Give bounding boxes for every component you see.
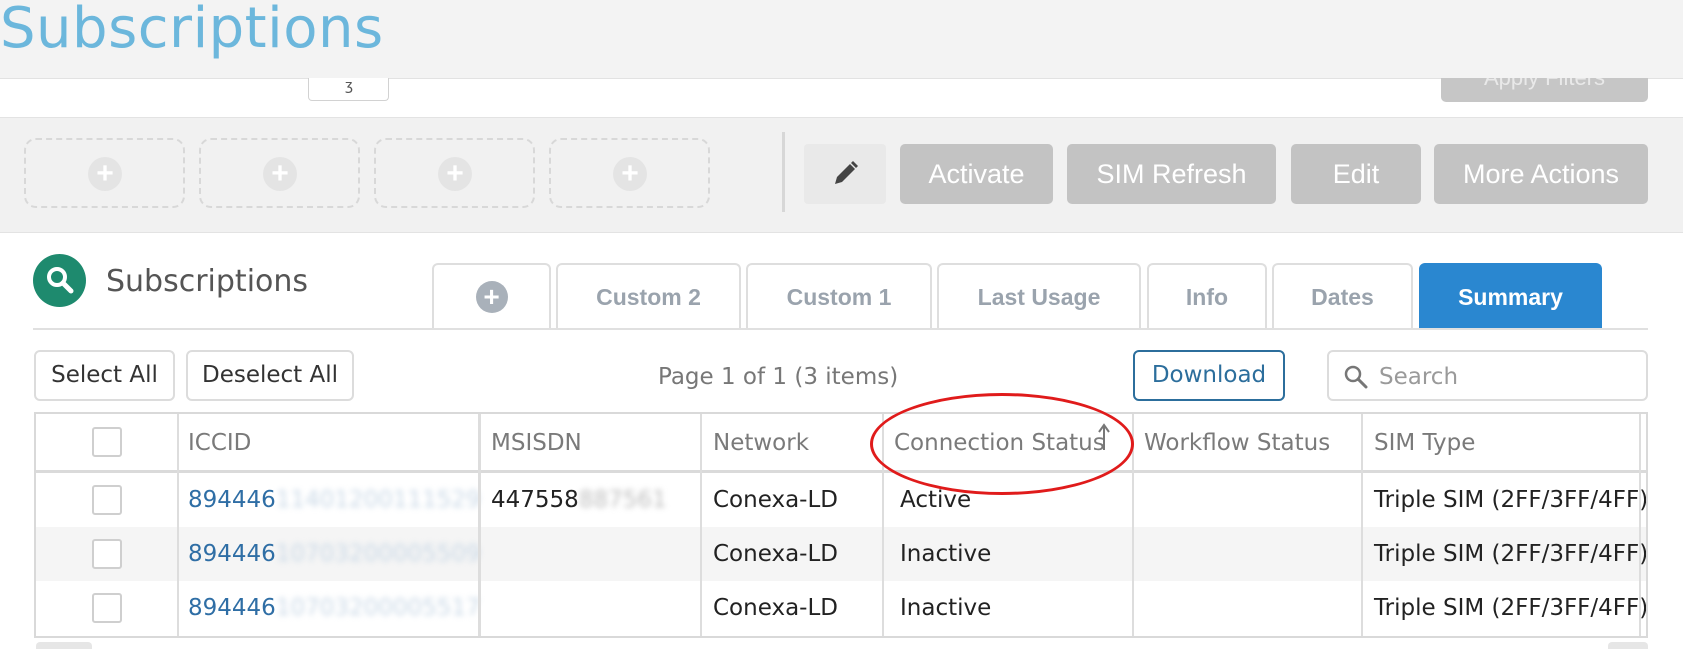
search-icon: [47, 267, 74, 294]
network-cell: Conexa-LD: [713, 487, 838, 513]
row-checkbox[interactable]: [92, 593, 122, 623]
search-input[interactable]: [1377, 360, 1641, 394]
shortcut-slot-3[interactable]: +: [374, 138, 535, 208]
page-title: Subscriptions: [0, 0, 384, 61]
sort-arrow-icon[interactable]: [1096, 422, 1112, 452]
column-divider: [1132, 414, 1134, 636]
edit-button[interactable]: Edit: [1291, 144, 1421, 204]
msisdn-prefix: 447558: [491, 487, 579, 513]
iccid-redacted: 11401200111529: [275, 487, 481, 513]
iccid-cell[interactable]: 89444610703200005517: [188, 594, 481, 622]
tab-add-view[interactable]: +: [432, 263, 551, 329]
scrollbar-left[interactable]: [36, 642, 92, 649]
network-cell: Conexa-LD: [713, 595, 838, 621]
table-row[interactable]: 89444611401200111529 447558887561 Conexa…: [36, 473, 1646, 527]
sim-type-cell: Triple SIM (2FF/3FF/4FF): [1374, 541, 1648, 567]
table-row[interactable]: 89444610703200005517 Conexa-LD Inactive …: [36, 581, 1646, 635]
sim-type-cell: Triple SIM (2FF/3FF/4FF): [1374, 487, 1648, 513]
column-divider: [1361, 414, 1363, 636]
deselect-all-button[interactable]: Deselect All: [186, 350, 354, 401]
apply-filters-label: Apply Filters: [1484, 78, 1605, 90]
scrollbar-right[interactable]: [1608, 642, 1648, 649]
column-header-network[interactable]: Network: [713, 429, 809, 457]
edit-shortcuts-button[interactable]: [804, 144, 886, 204]
iccid-prefix: 894446: [188, 541, 276, 567]
table-header: ICCID MSISDN Network Connection Status W…: [36, 414, 1646, 473]
plus-circle-icon: +: [613, 157, 647, 191]
pencil-icon: [835, 161, 858, 184]
subscriptions-table: ICCID MSISDN Network Connection Status W…: [34, 412, 1648, 638]
tab-custom-2[interactable]: Custom 2: [556, 263, 741, 329]
iccid-prefix: 894446: [188, 595, 276, 621]
column-header-connection-status[interactable]: Connection Status: [894, 429, 1105, 457]
plus-circle-icon: +: [263, 157, 297, 191]
search-icon: [1344, 365, 1368, 389]
connection-status-cell: Active: [900, 487, 972, 513]
filter-select-value: ʒ: [345, 78, 354, 94]
network-cell: Conexa-LD: [713, 541, 838, 567]
tab-info[interactable]: Info: [1147, 263, 1267, 329]
tab-dates[interactable]: Dates: [1272, 263, 1413, 329]
tab-summary[interactable]: Summary: [1419, 263, 1602, 329]
tabs-baseline: [33, 328, 1648, 330]
sim-refresh-button[interactable]: SIM Refresh: [1067, 144, 1276, 204]
search-box[interactable]: [1327, 350, 1648, 401]
shortcut-slot-4[interactable]: +: [549, 138, 710, 208]
msisdn-cell: 447558887561: [491, 486, 667, 514]
select-all-checkbox[interactable]: [92, 427, 122, 457]
plus-circle-icon: +: [438, 157, 472, 191]
plus-circle-icon: +: [88, 157, 122, 191]
column-divider: [882, 414, 884, 636]
msisdn-redacted: 887561: [578, 487, 667, 513]
column-header-sim-type[interactable]: SIM Type: [1374, 429, 1475, 457]
page-header: Subscriptions: [0, 0, 1683, 79]
tab-last-usage[interactable]: Last Usage: [937, 263, 1141, 329]
iccid-cell[interactable]: 89444611401200111529: [188, 486, 481, 514]
column-header-workflow-status[interactable]: Workflow Status: [1144, 429, 1330, 457]
connection-status-cell: Inactive: [900, 595, 992, 621]
apply-filters-button[interactable]: Apply Filters: [1441, 78, 1648, 102]
shortcut-slot-1[interactable]: +: [24, 138, 185, 208]
column-divider: [177, 414, 179, 636]
select-all-button[interactable]: Select All: [34, 350, 175, 401]
shortcut-slot-2[interactable]: +: [199, 138, 360, 208]
pagination-info: Page 1 of 1 (3 items): [658, 364, 899, 390]
activate-button[interactable]: Activate: [900, 144, 1053, 204]
row-checkbox[interactable]: [92, 539, 122, 569]
row-checkbox[interactable]: [92, 485, 122, 515]
plus-circle-icon: +: [475, 280, 508, 313]
column-header-iccid[interactable]: ICCID: [188, 429, 251, 457]
column-divider: [1639, 414, 1641, 636]
table-row[interactable]: 89444610703200005509 Conexa-LD Inactive …: [36, 527, 1646, 581]
connection-status-cell: Inactive: [900, 541, 992, 567]
subscriptions-search-icon: [33, 254, 86, 307]
iccid-prefix: 894446: [188, 487, 276, 513]
panel-title: Subscriptions: [106, 264, 309, 299]
more-actions-button[interactable]: More Actions: [1434, 144, 1648, 204]
download-button[interactable]: Download: [1133, 350, 1285, 401]
iccid-cell[interactable]: 89444610703200005509: [188, 540, 481, 568]
toolbar-divider: [782, 132, 785, 212]
column-divider[interactable]: [478, 414, 481, 636]
sim-type-cell: Triple SIM (2FF/3FF/4FF): [1374, 595, 1648, 621]
iccid-redacted: 10703200005509: [275, 541, 481, 567]
column-header-msisdn[interactable]: MSISDN: [491, 429, 582, 457]
tab-custom-1[interactable]: Custom 1: [746, 263, 932, 329]
iccid-redacted: 10703200005517: [275, 595, 481, 621]
column-divider: [700, 414, 702, 636]
filter-strip: [0, 79, 1683, 117]
